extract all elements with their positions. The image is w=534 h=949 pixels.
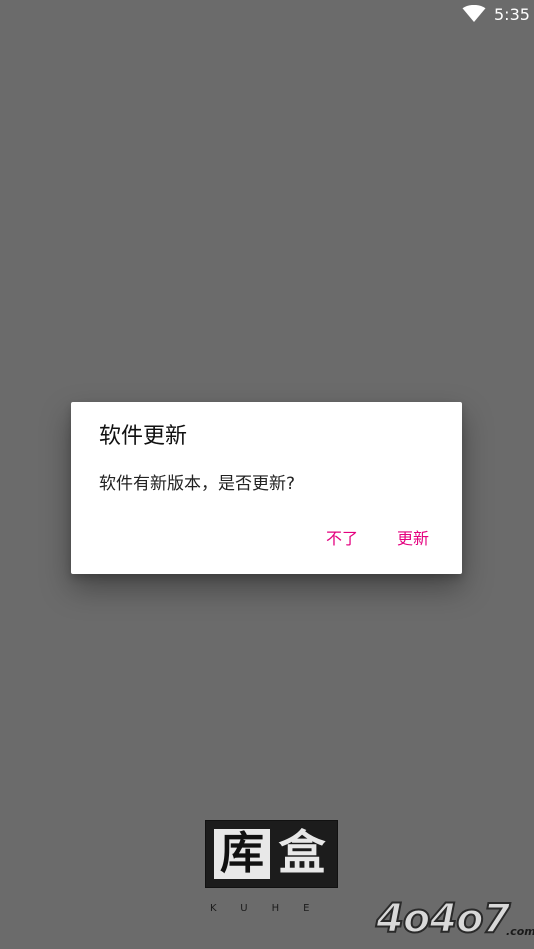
watermark-text: 4o4o7 xyxy=(375,895,511,943)
dialog-message: 软件有新版本，是否更新? xyxy=(99,474,296,494)
logo-char-ku: 库 xyxy=(214,829,270,879)
cancel-button[interactable]: 不了 xyxy=(326,528,358,550)
logo-char-he: 盒 xyxy=(278,826,326,881)
logo-subtitle: KUHE xyxy=(210,903,334,914)
status-time: 5:35 xyxy=(494,5,530,24)
watermark-suffix: .com xyxy=(506,925,534,938)
watermark: 4o4o7 .com xyxy=(375,895,534,943)
update-dialog: 软件更新 软件有新版本，是否更新? 不了 更新 xyxy=(71,402,462,574)
dialog-title: 软件更新 xyxy=(99,424,188,449)
update-button[interactable]: 更新 xyxy=(397,528,429,550)
app-logo: 库 盒 xyxy=(205,820,338,888)
status-bar: 5:35 xyxy=(0,0,534,30)
wifi-icon xyxy=(462,5,486,22)
